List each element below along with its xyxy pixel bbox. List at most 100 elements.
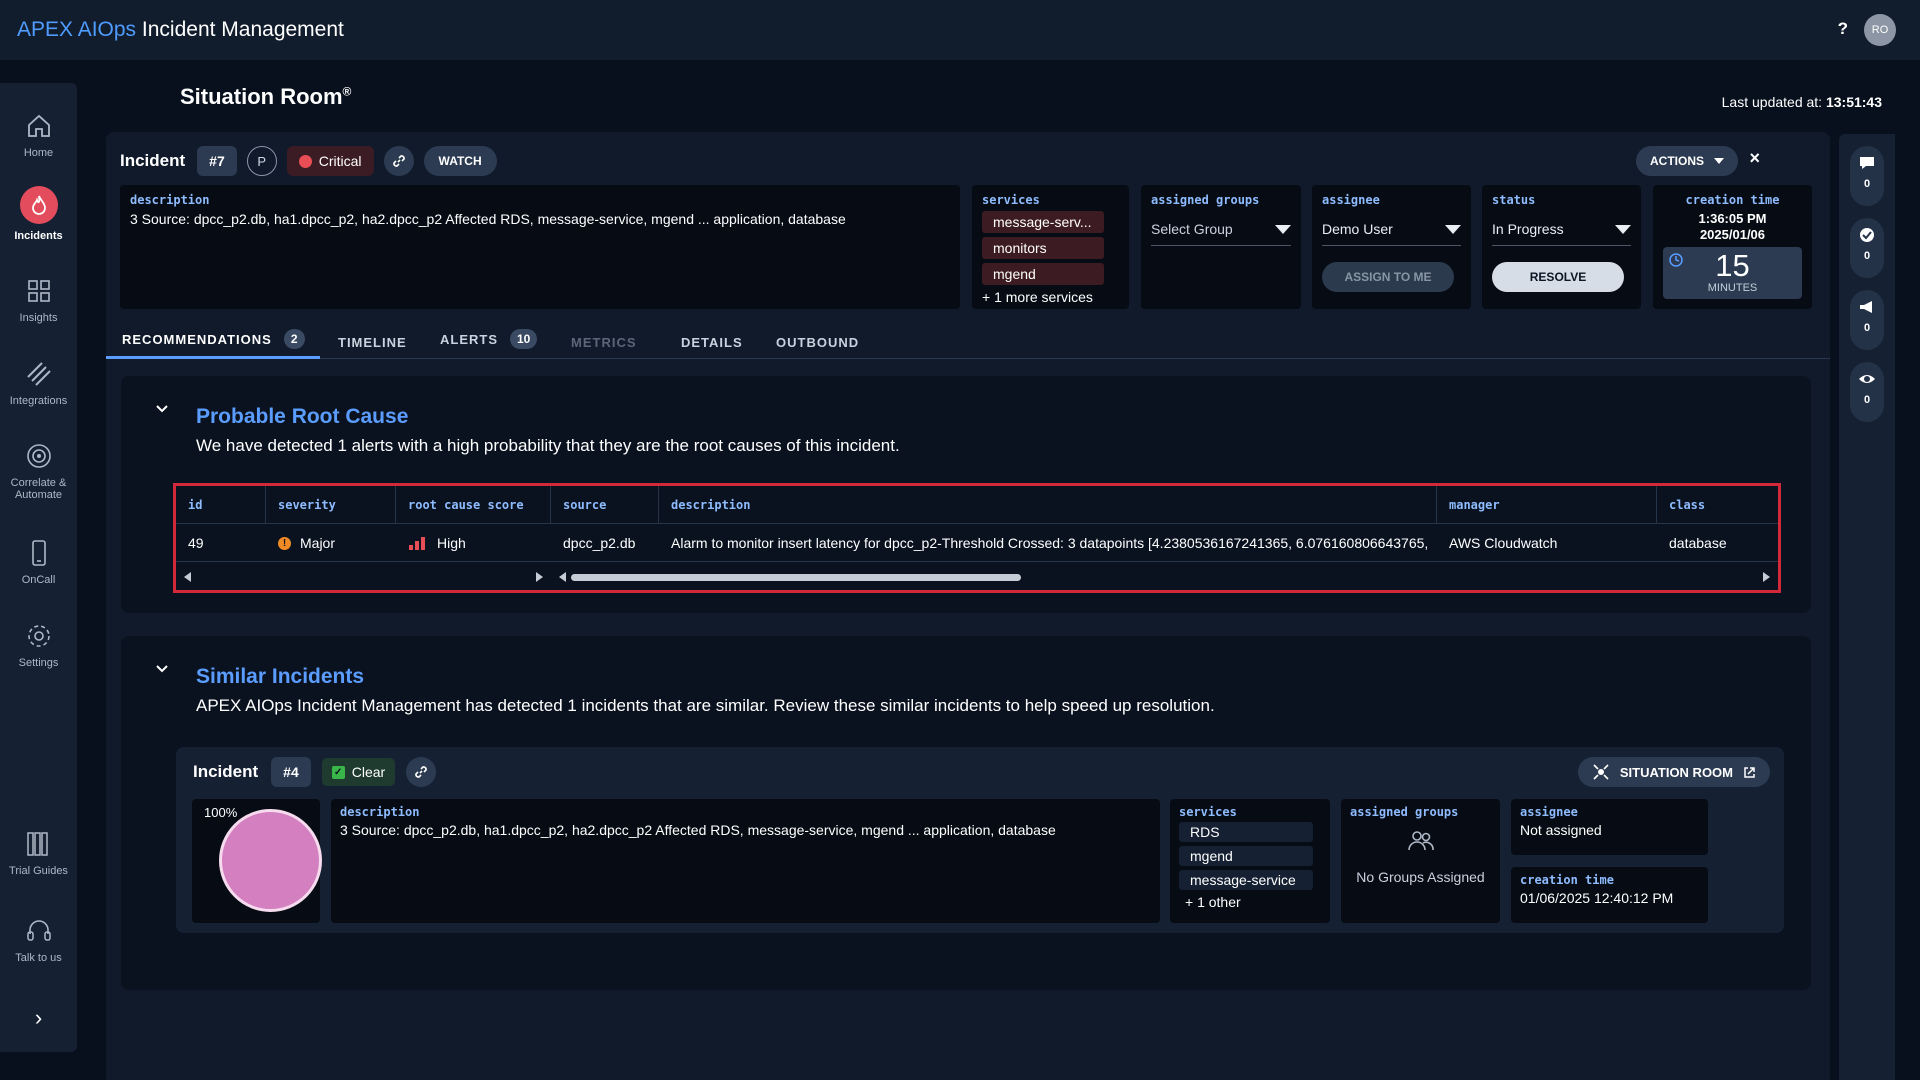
nav-item-incidents[interactable]: Incidents [0, 186, 77, 242]
nav-label: Correlate & Automate [10, 477, 67, 501]
expand-nav-button[interactable]: › [0, 1005, 77, 1031]
left-nav: Home Incidents Insights Integrations Cor… [0, 83, 77, 1052]
rail-approvals-button[interactable]: 0 [1850, 218, 1884, 278]
eye-icon [1859, 375, 1875, 383]
nav-label: Talk to us [15, 952, 62, 964]
rail-announcements-button[interactable]: 0 [1850, 290, 1884, 350]
service-chip[interactable]: RDS [1179, 822, 1313, 842]
tab-recommendations[interactable]: RECOMMENDATIONS 2 [122, 329, 305, 349]
services-more-link[interactable]: + 1 more services [982, 289, 1119, 305]
right-scrollbar[interactable] [551, 569, 1778, 585]
column-header[interactable]: source [551, 486, 659, 524]
table-header: id severity root cause score source desc… [176, 486, 1778, 524]
timer-value: 15 [1715, 248, 1750, 283]
scrollbar-thumb[interactable] [571, 574, 1021, 581]
service-chip[interactable]: message-serv... [982, 211, 1104, 233]
field-label: status [1492, 193, 1536, 207]
field-label: creation time [1520, 873, 1614, 887]
column-header[interactable]: root cause score [396, 486, 551, 524]
collapse-chevron-icon[interactable] [155, 404, 169, 414]
field-label: services [1179, 805, 1237, 819]
rail-count: 0 [1863, 322, 1871, 334]
books-icon [26, 832, 48, 856]
assignee-select[interactable]: Demo User [1322, 217, 1461, 246]
service-chip[interactable]: mgend [982, 263, 1104, 285]
collapse-chevron-icon[interactable] [155, 664, 169, 674]
service-chip[interactable]: message-service [1179, 870, 1313, 890]
creation-time-field: creation time 1:36:05 PM 2025/01/06 15 M… [1653, 185, 1812, 309]
nav-item-trial-guides[interactable]: Trial Guides [0, 829, 77, 877]
timer-unit: MINUTES [1707, 282, 1758, 294]
table-row[interactable]: 49 ! Major High dpcc_p2.db Alarm to moni… [176, 524, 1778, 562]
creation-time-value: 01/06/2025 12:40:12 PM [1520, 890, 1674, 906]
service-chip[interactable]: mgend [1179, 846, 1313, 866]
tab-outbound[interactable]: OUTBOUND [776, 335, 859, 350]
tab-alerts[interactable]: ALERTS 10 [440, 329, 538, 349]
status-value: In Progress [1492, 221, 1564, 237]
link-icon [392, 155, 405, 167]
rail-watchers-button[interactable]: 0 [1850, 362, 1884, 422]
close-button[interactable]: × [1749, 148, 1760, 169]
nav-item-correlate[interactable]: Correlate & Automate [0, 441, 77, 501]
creation-time-value: 1:36:05 PM [1698, 211, 1767, 226]
resolve-button[interactable]: RESOLVE [1492, 262, 1624, 292]
service-chip[interactable]: monitors [982, 237, 1104, 259]
field-label: description [130, 193, 210, 207]
scroll-left-icon[interactable] [559, 572, 566, 582]
severity-text: Major [300, 535, 336, 551]
avatar[interactable]: RO [1864, 14, 1896, 46]
tab-label: RECOMMENDATIONS [122, 331, 272, 347]
column-header[interactable]: severity [266, 486, 396, 524]
severity-badge[interactable]: Critical [286, 146, 374, 176]
nav-item-integrations[interactable]: Integrations [0, 359, 77, 407]
description-text: 3 Source: dpcc_p2.db, ha1.dpcc_p2, ha2.d… [340, 822, 1056, 838]
scroll-right-icon[interactable] [536, 572, 543, 582]
nav-item-settings[interactable]: Settings [0, 621, 77, 669]
help-icon[interactable]: ? [1838, 19, 1848, 39]
description-field: description 3 Source: dpcc_p2.db, ha1.dp… [120, 185, 960, 309]
scroll-right-icon[interactable] [1763, 572, 1770, 582]
left-scrollbar[interactable] [176, 569, 551, 585]
copy-link-button[interactable] [383, 146, 414, 176]
field-label: creation time [1685, 193, 1780, 207]
nav-item-insights[interactable]: Insights [0, 276, 77, 324]
scroll-left-icon[interactable] [184, 572, 191, 582]
actions-button[interactable]: ACTIONS [1636, 146, 1738, 176]
assign-to-me-button[interactable]: ASSIGN TO ME [1322, 262, 1454, 292]
nav-item-talk-to-us[interactable]: Talk to us [0, 916, 77, 964]
status-select[interactable]: In Progress [1492, 217, 1631, 246]
field-label: assigned groups [1151, 193, 1260, 207]
group-select-placeholder: Select Group [1151, 221, 1233, 237]
similarity-field: 100% [192, 799, 322, 923]
tab-details[interactable]: DETAILS [681, 335, 743, 350]
tab-metrics[interactable]: METRICS [571, 335, 637, 350]
situation-room-button[interactable]: SITUATION ROOM [1577, 757, 1770, 787]
app-brand[interactable]: APEX AIOps Incident Management [17, 18, 344, 42]
megaphone-icon [1860, 301, 1872, 313]
tab-timeline[interactable]: TIMELINE [338, 335, 407, 350]
copy-link-button[interactable] [406, 757, 437, 787]
column-header[interactable]: id [176, 486, 266, 524]
services-more-link[interactable]: + 1 other [1179, 894, 1321, 910]
watch-button[interactable]: WATCH [423, 146, 497, 176]
similarity-percent: 100% [204, 805, 238, 820]
nav-item-home[interactable]: Home [0, 111, 77, 159]
group-select[interactable]: Select Group [1151, 217, 1291, 246]
incident-label: Incident [193, 762, 259, 781]
nav-item-oncall[interactable]: OnCall [0, 538, 77, 586]
assignee-value: Demo User [1322, 221, 1393, 237]
severity-label: Critical [318, 153, 362, 169]
incident-label: Incident [120, 151, 186, 170]
nav-label: OnCall [21, 574, 56, 586]
rail-count: 0 [1863, 178, 1871, 190]
column-header[interactable]: description [659, 486, 1437, 524]
priority-badge[interactable]: P [246, 146, 277, 176]
incident-number[interactable]: #4 [271, 757, 311, 787]
root-cause-table: id severity root cause score source desc… [173, 483, 1781, 593]
rail-comments-button[interactable]: 0 [1850, 146, 1884, 206]
nav-label: Home [23, 147, 54, 159]
column-header[interactable]: class [1657, 486, 1778, 524]
cell-description: Alarm to monitor insert latency for dpcc… [671, 535, 1429, 551]
nav-label: Settings [18, 657, 59, 669]
column-header[interactable]: manager [1437, 486, 1657, 524]
